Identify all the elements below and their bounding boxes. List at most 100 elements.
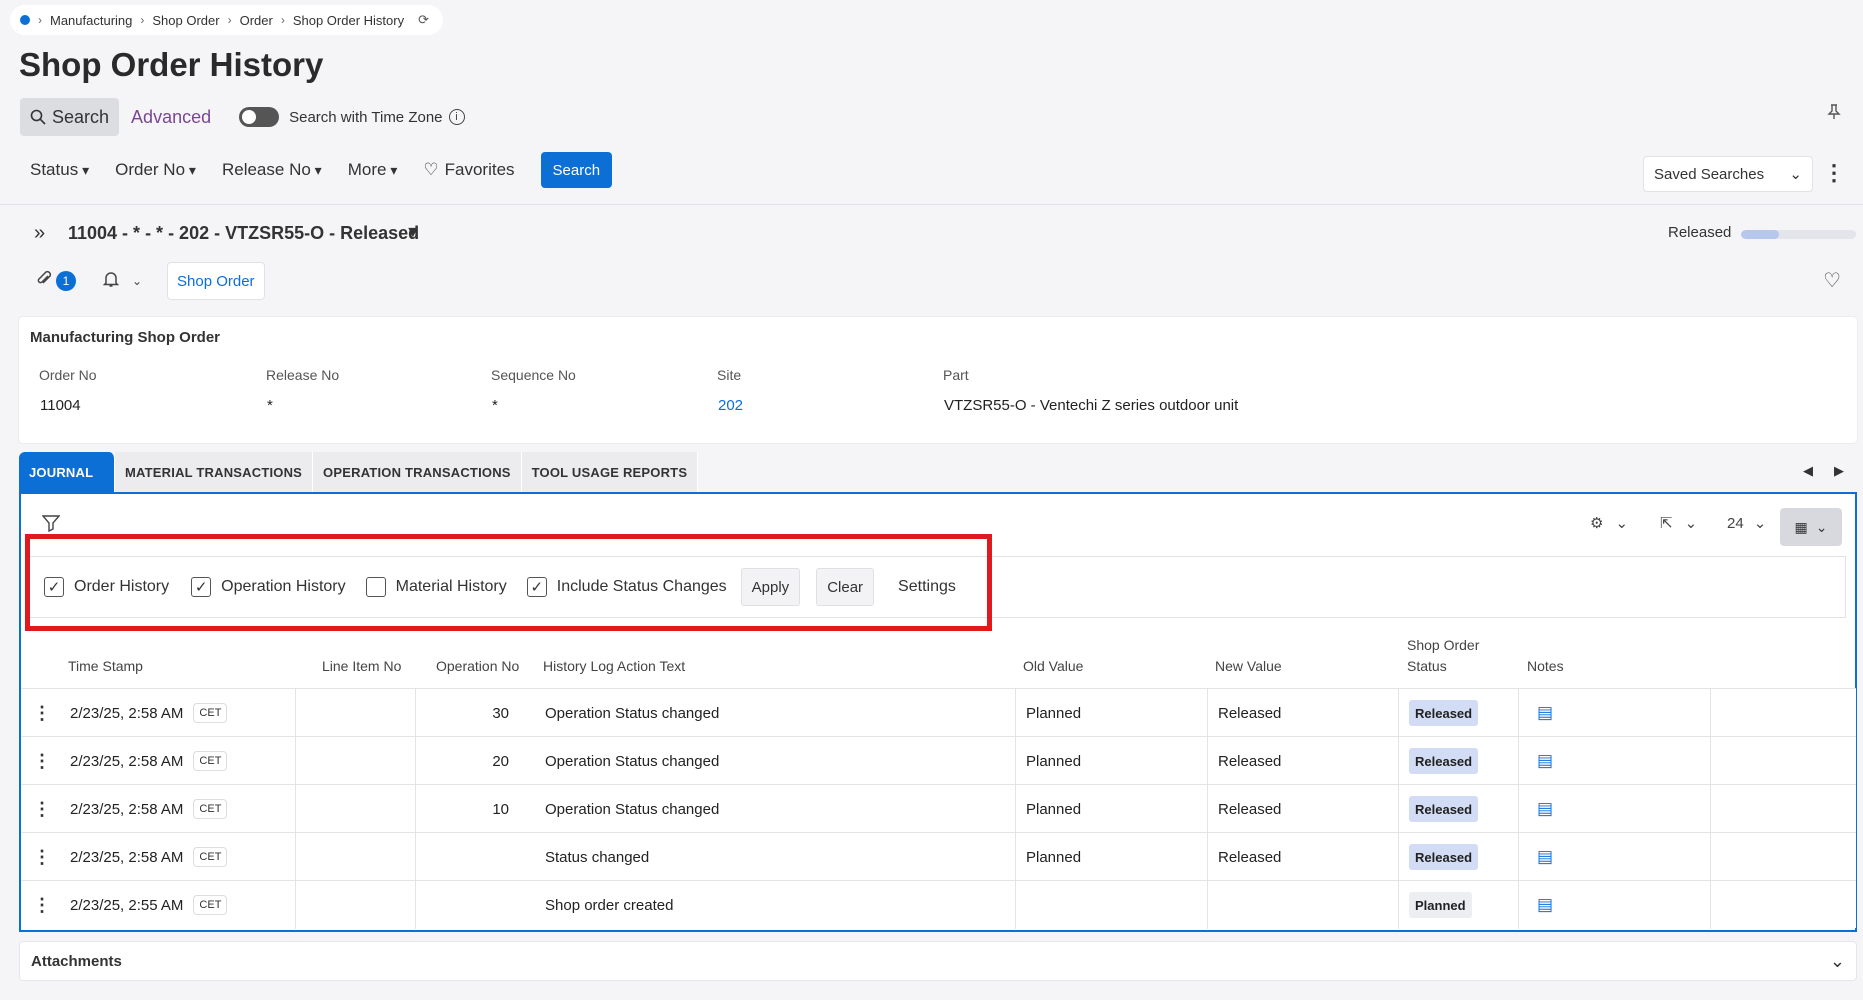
bell-icon[interactable] bbox=[102, 270, 120, 293]
favorite-heart-icon[interactable]: ♡ bbox=[1823, 268, 1841, 293]
home-icon[interactable] bbox=[20, 15, 30, 25]
column-header-status[interactable]: Shop Order Status bbox=[1407, 635, 1479, 677]
table-row[interactable]: ⋮ 2/23/25, 2:55 AM CET Shop order create… bbox=[21, 880, 1856, 929]
column-header-action-text[interactable]: History Log Action Text bbox=[543, 656, 685, 677]
chevron-down-icon: ⌄ bbox=[1753, 515, 1767, 532]
column-divider bbox=[1398, 689, 1399, 737]
timezone-badge: CET bbox=[193, 895, 228, 915]
column-divider bbox=[1398, 737, 1399, 785]
timezone-badge: CET bbox=[193, 751, 228, 771]
table-row[interactable]: ⋮ 2/23/25, 2:58 AM CET Status changed Pl… bbox=[21, 832, 1856, 881]
row-menu-icon[interactable]: ⋮ bbox=[33, 751, 51, 772]
column-header-new-value[interactable]: New Value bbox=[1215, 656, 1282, 677]
breadcrumb-item-manufacturing[interactable]: Manufacturing bbox=[50, 13, 132, 28]
more-options-icon[interactable]: ⋮ bbox=[1823, 160, 1845, 186]
info-icon[interactable]: i bbox=[448, 109, 465, 125]
tab-material-transactions[interactable]: MATERIAL TRANSACTIONS bbox=[115, 452, 314, 492]
column-divider bbox=[295, 689, 296, 737]
release-no-filter-dropdown[interactable]: Release No bbox=[222, 160, 322, 180]
row-menu-icon[interactable]: ⋮ bbox=[33, 703, 51, 724]
site-label: Site bbox=[717, 367, 742, 383]
notes-icon[interactable]: ▤ bbox=[1537, 847, 1553, 867]
notes-icon[interactable]: ▤ bbox=[1537, 703, 1553, 723]
favorites-button[interactable]: ♡ Favorites bbox=[423, 160, 514, 180]
column-divider bbox=[415, 833, 416, 881]
chevron-down-icon: ⌄ bbox=[1829, 950, 1845, 971]
pin-icon[interactable] bbox=[1827, 104, 1841, 125]
table-row[interactable]: ⋮ 2/23/25, 2:58 AM CET 10 Operation Stat… bbox=[21, 784, 1856, 833]
tab-scroll-right-icon[interactable]: ▶ bbox=[1834, 463, 1844, 479]
column-divider bbox=[1398, 785, 1399, 833]
column-divider bbox=[1015, 881, 1016, 929]
column-header-status-line2: Status bbox=[1407, 658, 1447, 674]
status-filter-dropdown[interactable]: Status bbox=[30, 160, 89, 180]
breadcrumb: › Manufacturing › Shop Order › Order › S… bbox=[10, 5, 443, 35]
export-button[interactable]: ⇱ ⌄ bbox=[1660, 514, 1697, 532]
status-badge: Released bbox=[1409, 796, 1479, 822]
more-filters-dropdown[interactable]: More bbox=[348, 160, 398, 180]
breadcrumb-item-order[interactable]: Order bbox=[240, 13, 273, 28]
status-badge: Planned bbox=[1409, 892, 1472, 918]
sequence-no-label: Sequence No bbox=[491, 367, 576, 383]
column-header-line-item-no[interactable]: Line Item No bbox=[322, 656, 401, 677]
timezone-badge: CET bbox=[193, 799, 228, 819]
table-row[interactable]: ⋮ 2/23/25, 2:58 AM CET 20 Operation Stat… bbox=[21, 736, 1856, 785]
column-divider bbox=[1015, 689, 1016, 737]
column-divider bbox=[295, 785, 296, 833]
row-menu-icon[interactable]: ⋮ bbox=[33, 895, 51, 916]
row-menu-icon[interactable]: ⋮ bbox=[33, 799, 51, 820]
operation-no-value: 30 bbox=[492, 704, 509, 722]
column-header-operation-no[interactable]: Operation No bbox=[436, 656, 519, 677]
advanced-mode-button[interactable]: Advanced bbox=[131, 107, 211, 128]
column-divider bbox=[1518, 881, 1519, 929]
notes-icon[interactable]: ▤ bbox=[1537, 799, 1553, 819]
search-mode-button[interactable]: Search bbox=[20, 98, 120, 136]
row-menu-icon[interactable]: ⋮ bbox=[33, 847, 51, 868]
tab-operation-transactions[interactable]: OPERATION TRANSACTIONS bbox=[313, 452, 522, 492]
part-value: VTZSR55-O - Ventechi Z series outdoor un… bbox=[944, 397, 1239, 414]
page-title: Shop Order History bbox=[19, 46, 324, 83]
notes-icon[interactable]: ▤ bbox=[1537, 895, 1553, 915]
notes-icon[interactable]: ▤ bbox=[1537, 751, 1553, 771]
shop-order-link-button[interactable]: Shop Order bbox=[167, 262, 265, 300]
expand-navigator-icon[interactable]: » bbox=[34, 222, 45, 245]
timezone-toggle[interactable] bbox=[239, 107, 280, 127]
saved-searches-label: Saved Searches bbox=[1654, 165, 1765, 183]
page-size-value: 24 bbox=[1727, 514, 1744, 532]
paperclip-icon[interactable] bbox=[36, 270, 52, 293]
chevron-down-icon[interactable]: ⌄ bbox=[132, 274, 142, 288]
column-header-notes[interactable]: Notes bbox=[1527, 656, 1564, 677]
part-label: Part bbox=[943, 367, 969, 383]
page-size-dropdown[interactable]: 24 ⌄ bbox=[1727, 514, 1767, 533]
column-divider bbox=[1398, 881, 1399, 929]
column-header-old-value[interactable]: Old Value bbox=[1023, 656, 1083, 677]
breadcrumb-item-shop-order-history: Shop Order History bbox=[292, 12, 405, 28]
tab-bar: JOURNAL MATERIAL TRANSACTIONS OPERATION … bbox=[19, 452, 699, 492]
record-title: 11004 - * - * - 202 - VTZSR55-O - Releas… bbox=[68, 223, 420, 243]
heart-icon: ♡ bbox=[423, 160, 439, 179]
column-divider bbox=[1207, 689, 1208, 737]
action-text-value: Shop order created bbox=[545, 896, 674, 914]
column-divider bbox=[1207, 785, 1208, 833]
table-row[interactable]: ⋮ 2/23/25, 2:58 AM CET 30 Operation Stat… bbox=[21, 688, 1856, 737]
breadcrumb-item-shop-order[interactable]: Shop Order bbox=[152, 13, 219, 28]
attachments-section[interactable]: Attachments ⌄ bbox=[19, 941, 1857, 981]
site-link[interactable]: 202 bbox=[718, 397, 743, 414]
table-settings-button[interactable]: ⚙ ⌄ bbox=[1590, 514, 1628, 532]
line-item-value bbox=[301, 833, 409, 881]
old-value: Planned bbox=[1026, 800, 1082, 818]
column-divider bbox=[1710, 785, 1711, 833]
table-view-icon: ▦ bbox=[1794, 518, 1808, 535]
chevron-right-icon: › bbox=[140, 13, 145, 27]
column-header-time-stamp[interactable]: Time Stamp bbox=[68, 656, 143, 677]
order-no-filter-dropdown[interactable]: Order No bbox=[115, 160, 196, 180]
search-button[interactable]: Search bbox=[540, 152, 613, 188]
column-divider bbox=[1518, 785, 1519, 833]
refresh-icon[interactable]: ⟳ bbox=[418, 12, 429, 28]
tab-tool-usage-reports[interactable]: TOOL USAGE REPORTS bbox=[521, 452, 699, 492]
view-mode-button[interactable]: ▦ ⌄ bbox=[1780, 508, 1842, 546]
tab-scroll-left-icon[interactable]: ◀ bbox=[1803, 463, 1813, 479]
tab-journal[interactable]: JOURNAL bbox=[19, 452, 115, 492]
saved-searches-dropdown[interactable]: Saved Searches ⌄ bbox=[1643, 156, 1813, 192]
record-selector-caret-icon[interactable]: ▼ bbox=[405, 224, 421, 242]
